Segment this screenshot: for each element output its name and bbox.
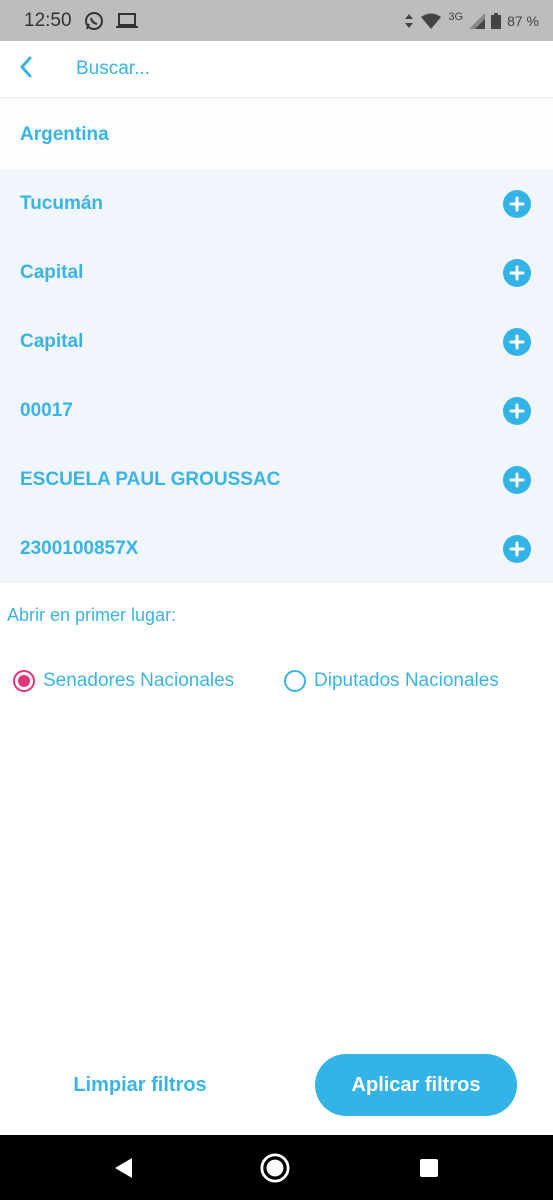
- nav-back-icon[interactable]: [108, 1153, 138, 1183]
- apply-filters-button[interactable]: Aplicar filtros: [315, 1054, 517, 1116]
- filter-row[interactable]: Capital: [0, 238, 553, 307]
- back-button[interactable]: [0, 40, 52, 98]
- filter-row-root[interactable]: Argentina: [0, 100, 553, 169]
- plus-circle-icon[interactable]: [503, 189, 531, 218]
- filter-row[interactable]: Tucumán: [0, 169, 553, 238]
- status-bar: 12:50 3G 87 %: [0, 0, 553, 41]
- filter-row[interactable]: 2300100857X: [0, 514, 553, 583]
- battery-percent: 87 %: [507, 12, 539, 29]
- radio-senadores[interactable]: Senadores Nacionales: [13, 670, 234, 692]
- filter-row[interactable]: ESCUELA PAUL GROUSSAC: [0, 445, 553, 514]
- radio-unselected-icon: [284, 670, 306, 692]
- filter-label: Capital: [20, 330, 84, 352]
- plus-circle-icon[interactable]: [503, 534, 531, 563]
- radio-label: Senadores Nacionales: [43, 670, 235, 691]
- battery-icon: [491, 12, 502, 29]
- filter-label: Argentina: [20, 123, 109, 145]
- network-type: 3G: [448, 10, 464, 23]
- signal-icon: [469, 12, 486, 29]
- radio-selected-icon: [13, 670, 35, 692]
- filter-row[interactable]: 00017: [0, 376, 553, 445]
- whatsapp-icon: [84, 11, 104, 31]
- radio-diputados[interactable]: Diputados Nacionales: [284, 670, 499, 692]
- filter-label: 00017: [20, 399, 73, 421]
- wifi-icon: [420, 13, 442, 29]
- plus-circle-icon[interactable]: [503, 465, 531, 494]
- filter-label: Capital: [20, 261, 84, 283]
- radio-label: Diputados Nacionales: [314, 670, 499, 691]
- clear-filters-button[interactable]: Limpiar filtros: [40, 1054, 240, 1116]
- filter-label: ESCUELA PAUL GROUSSAC: [20, 468, 281, 490]
- nav-recents-icon[interactable]: [414, 1153, 444, 1183]
- data-arrows-icon: [404, 13, 414, 29]
- filter-row[interactable]: Capital: [0, 307, 553, 376]
- nav-home-icon[interactable]: [260, 1153, 290, 1183]
- plus-circle-icon[interactable]: [503, 396, 531, 425]
- chevron-left-icon: [19, 56, 33, 83]
- filter-list: Argentina Tucumán Capital Capital 00017 …: [0, 100, 553, 583]
- plus-circle-icon[interactable]: [503, 327, 531, 356]
- system-nav-bar: [0, 1135, 553, 1200]
- search-bar: [0, 41, 553, 99]
- filter-label: 2300100857X: [20, 537, 139, 559]
- search-input[interactable]: [76, 58, 476, 80]
- status-time: 12:50: [24, 9, 72, 31]
- laptop-icon: [115, 12, 138, 30]
- open-first-label: Abrir en primer lugar:: [7, 605, 177, 625]
- filter-label: Tucumán: [20, 192, 104, 214]
- plus-circle-icon[interactable]: [503, 258, 531, 287]
